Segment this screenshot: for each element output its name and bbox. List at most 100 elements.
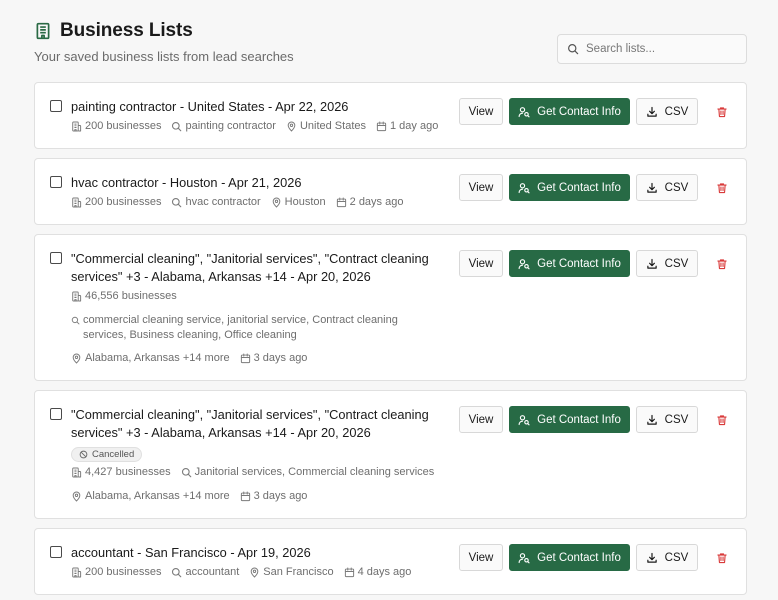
location-pin-icon <box>71 353 82 364</box>
search-keyword: Janitorial services, Commercial cleaning… <box>194 466 435 478</box>
get-contact-info-button[interactable]: Get Contact Info <box>509 250 630 277</box>
calendar-icon <box>240 353 251 364</box>
csv-label: CSV <box>664 413 689 426</box>
created-age: 2 days ago <box>349 196 404 208</box>
trash-icon <box>716 106 728 118</box>
delete-button[interactable] <box>713 411 731 429</box>
search-keyword: accountant <box>185 566 240 578</box>
location: United States <box>299 120 366 132</box>
list-meta-secondary: Alabama, Arkansas +14 more 3 days ago <box>71 352 307 364</box>
building-icon <box>71 291 82 302</box>
search-icon <box>71 316 80 325</box>
download-icon <box>646 106 658 118</box>
search-keyword: painting contractor <box>185 120 276 132</box>
csv-label: CSV <box>664 257 689 270</box>
calendar-icon <box>376 121 387 132</box>
get-contact-info-button[interactable]: Get Contact Info <box>509 174 630 201</box>
page-title: Business Lists <box>60 20 193 41</box>
calendar-icon <box>344 567 355 578</box>
calendar-icon <box>240 491 251 502</box>
select-checkbox[interactable] <box>50 176 62 188</box>
list-name: "Commercial cleaning", "Janitorial servi… <box>71 251 429 284</box>
csv-label: CSV <box>664 105 689 118</box>
location-pin-icon <box>71 491 82 502</box>
download-icon <box>646 258 658 270</box>
search-input[interactable] <box>586 43 737 55</box>
building-icon <box>71 467 82 478</box>
list-meta: 200 businesses painting contractor Unite… <box>71 120 438 132</box>
select-checkbox[interactable] <box>50 546 62 558</box>
search-keyword: commercial cleaning service, janitorial … <box>83 314 398 341</box>
card-actions: View Get Contact Info CSV <box>459 406 731 433</box>
user-search-icon <box>518 414 530 426</box>
list-name: accountant - San Francisco - Apr 19, 202… <box>71 545 311 560</box>
search-icon <box>171 121 182 132</box>
view-button[interactable]: View <box>459 174 503 201</box>
search-box[interactable] <box>557 34 747 64</box>
select-checkbox[interactable] <box>50 408 62 420</box>
status-label: Cancelled <box>92 449 135 460</box>
user-search-icon <box>518 182 530 194</box>
view-button[interactable]: View <box>459 98 503 125</box>
get-contact-info-label: Get Contact Info <box>537 413 621 426</box>
csv-label: CSV <box>664 181 689 194</box>
list-name: hvac contractor - Houston - Apr 21, 2026 <box>71 175 302 190</box>
get-contact-info-label: Get Contact Info <box>537 551 621 564</box>
search-keyword: hvac contractor <box>185 196 261 208</box>
business-count: 200 businesses <box>85 120 162 132</box>
trash-icon <box>716 414 728 426</box>
csv-label: CSV <box>664 551 689 564</box>
list-meta: 46,556 businesses <box>71 290 177 302</box>
get-contact-info-button[interactable]: Get Contact Info <box>509 98 630 125</box>
created-age: 1 day ago <box>390 120 439 132</box>
download-icon <box>646 414 658 426</box>
list-card: hvac contractor - Houston - Apr 21, 2026… <box>34 158 747 225</box>
get-contact-info-button[interactable]: Get Contact Info <box>509 406 630 433</box>
business-count: 46,556 businesses <box>85 290 177 302</box>
card-actions: View Get Contact Info CSV <box>459 544 731 571</box>
card-actions: View Get Contact Info CSV <box>459 250 731 277</box>
created-age: 4 days ago <box>357 566 412 578</box>
get-contact-info-label: Get Contact Info <box>537 181 621 194</box>
search-keywords: commercial cleaning service, janitorial … <box>71 313 411 343</box>
building-icon <box>34 22 52 40</box>
list-name: "Commercial cleaning", "Janitorial servi… <box>71 407 429 440</box>
page-header: Business Lists Your saved business lists… <box>34 20 747 82</box>
csv-download-button[interactable]: CSV <box>636 98 698 125</box>
building-icon <box>71 567 82 578</box>
csv-download-button[interactable]: CSV <box>636 406 698 433</box>
list-card: accountant - San Francisco - Apr 19, 202… <box>34 528 747 595</box>
business-count: 4,427 businesses <box>85 466 171 478</box>
csv-download-button[interactable]: CSV <box>636 174 698 201</box>
search-icon <box>567 43 579 55</box>
created-age: 3 days ago <box>253 352 308 364</box>
delete-button[interactable] <box>713 549 731 567</box>
created-age: 3 days ago <box>253 490 308 502</box>
delete-button[interactable] <box>713 255 731 273</box>
search-icon <box>171 197 182 208</box>
list-card: "Commercial cleaning", "Janitorial servi… <box>34 234 747 381</box>
select-checkbox[interactable] <box>50 252 62 264</box>
user-search-icon <box>518 106 530 118</box>
csv-download-button[interactable]: CSV <box>636 250 698 277</box>
get-contact-info-button[interactable]: Get Contact Info <box>509 544 630 571</box>
view-button[interactable]: View <box>459 250 503 277</box>
list-meta: 200 businesses hvac contractor Houston 2… <box>71 196 403 208</box>
view-button[interactable]: View <box>459 406 503 433</box>
search-icon <box>181 467 192 478</box>
cancelled-icon <box>79 450 88 459</box>
business-count: 200 businesses <box>85 196 162 208</box>
download-icon <box>646 182 658 194</box>
select-checkbox[interactable] <box>50 100 62 112</box>
list-card: painting contractor - United States - Ap… <box>34 82 747 149</box>
building-icon <box>71 197 82 208</box>
location-pin-icon <box>286 121 297 132</box>
business-count: 200 businesses <box>85 566 162 578</box>
delete-button[interactable] <box>713 179 731 197</box>
list-meta-secondary: Alabama, Arkansas +14 more 3 days ago <box>71 490 307 502</box>
delete-button[interactable] <box>713 103 731 121</box>
view-button[interactable]: View <box>459 544 503 571</box>
page: Business Lists Your saved business lists… <box>0 0 778 595</box>
csv-download-button[interactable]: CSV <box>636 544 698 571</box>
get-contact-info-label: Get Contact Info <box>537 257 621 270</box>
